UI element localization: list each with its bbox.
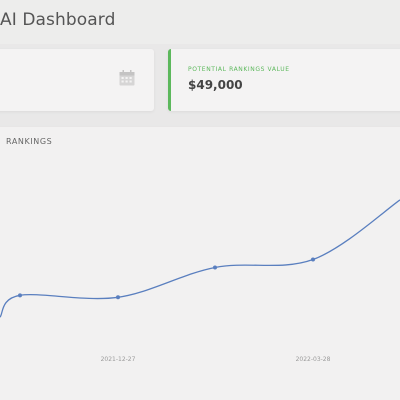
page-title: AI Dashboard — [0, 10, 116, 30]
rankings-line-chart: 2021-12-27 2022-03-28 — [0, 199, 400, 363]
stat-card-date — [0, 49, 154, 111]
stat-card-rankings-value: POTENTIAL RANKINGS VALUE $49,000 — [168, 49, 400, 111]
calendar-icon — [119, 70, 135, 86]
data-point — [213, 265, 217, 270]
data-point — [311, 257, 315, 262]
x-tick-label: 2022-03-28 — [296, 356, 331, 363]
series-line — [0, 199, 400, 318]
stat-card-value: $49,000 — [188, 78, 243, 92]
data-point — [116, 295, 120, 300]
data-point — [18, 293, 22, 298]
chart-title: RANKINGS — [6, 137, 53, 146]
x-tick-label: 2021-12-27 — [101, 356, 136, 363]
stat-card-label: POTENTIAL RANKINGS VALUE — [188, 66, 290, 73]
top-bar: AI Dashboard — [0, 0, 400, 44]
